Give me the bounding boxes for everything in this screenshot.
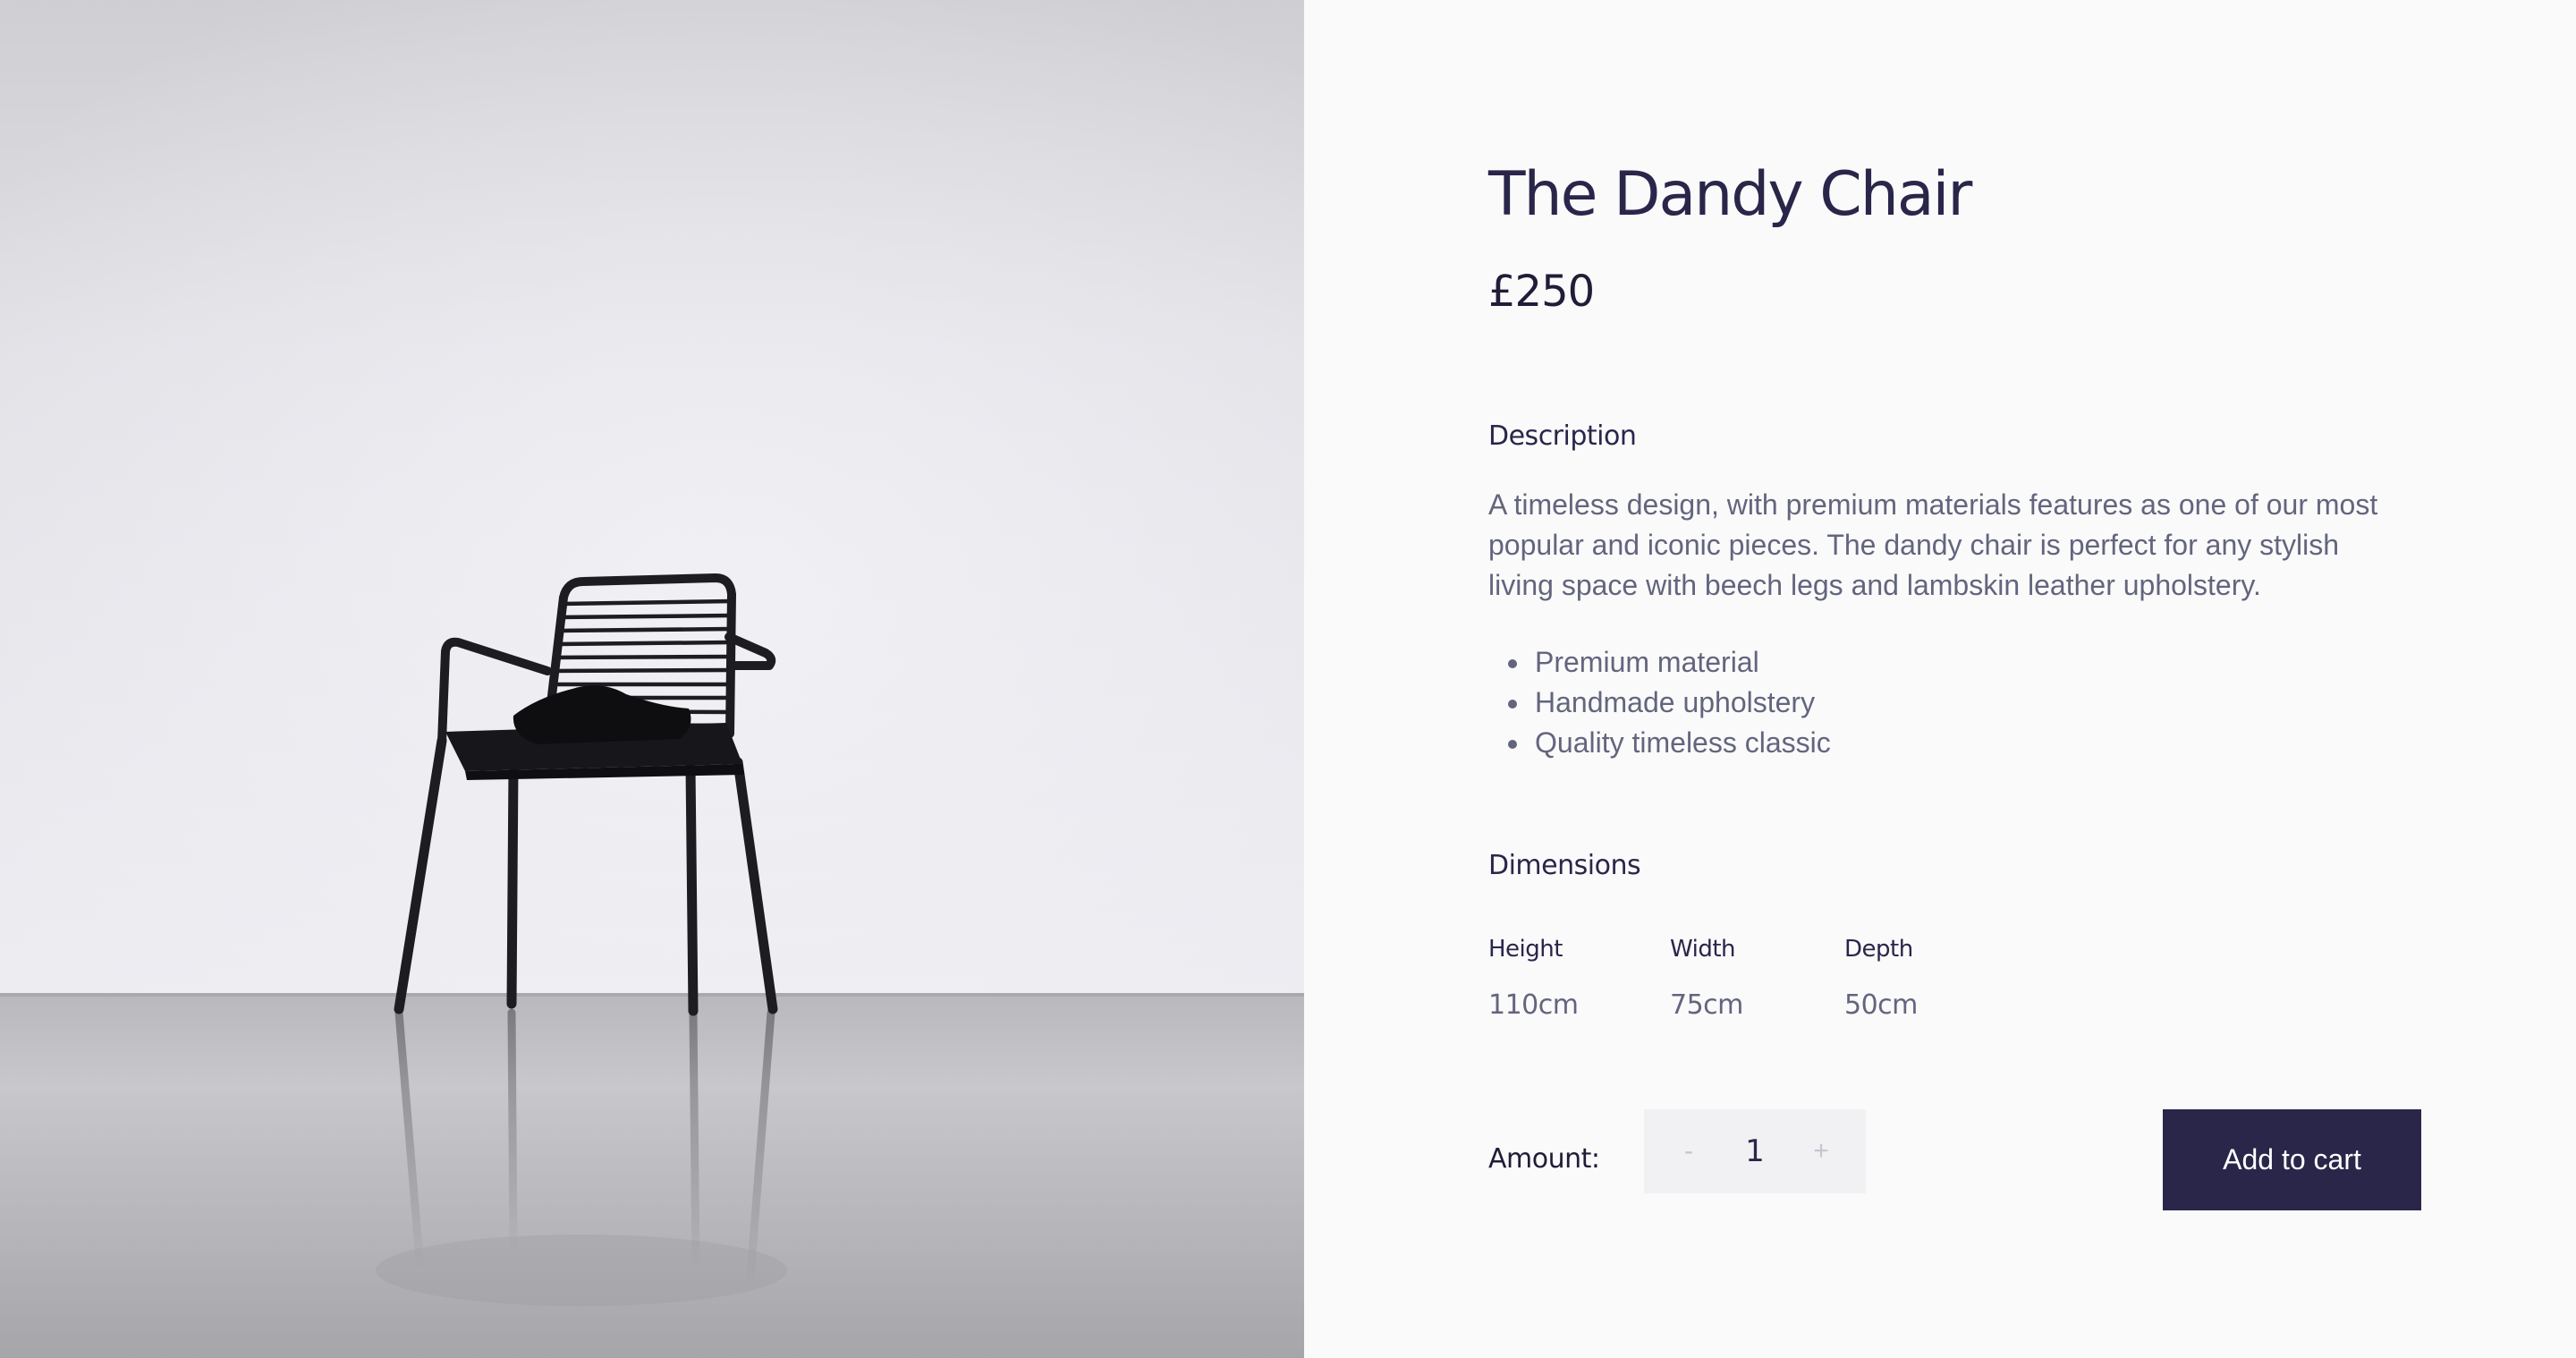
feature-item: Handmade upholstery [1531,683,1831,723]
product-title: The Dandy Chair [1488,159,1972,230]
dimension-label: Width [1670,936,1736,963]
add-to-cart-button[interactable]: Add to cart [2163,1109,2421,1210]
quantity-stepper: - 1 + [1644,1109,1866,1193]
decrement-button[interactable]: - [1669,1125,1708,1178]
product-details-panel: The Dandy Chair £250 Description A timel… [1304,0,2576,1358]
dimensions-heading: Dimensions [1488,850,1641,881]
dimension-label: Height [1488,936,1563,963]
dimension-value: 110cm [1488,989,1579,1021]
product-image [0,0,1304,1358]
feature-item: Premium material [1531,642,1831,683]
amount-label: Amount: [1488,1143,1600,1175]
dimension-value: 50cm [1844,989,1918,1021]
dimension-value: 75cm [1670,989,1743,1021]
dimension-width: Width 75cm [1670,936,1743,1021]
feature-item: Quality timeless classic [1531,723,1831,763]
dimension-depth: Depth 50cm [1844,936,1918,1021]
description-text: A timeless design, with premium material… [1488,488,2378,601]
quantity-value: 1 [1745,1133,1765,1169]
increment-button[interactable]: + [1801,1125,1841,1178]
product-page: The Dandy Chair £250 Description A timel… [0,0,2576,1358]
description-heading: Description [1488,420,1637,452]
dimension-height: Height 110cm [1488,936,1579,1021]
dimension-label: Depth [1844,936,1913,963]
product-price: £250 [1488,267,1595,317]
feature-list: Premium material Handmade upholstery Qua… [1488,642,1831,763]
